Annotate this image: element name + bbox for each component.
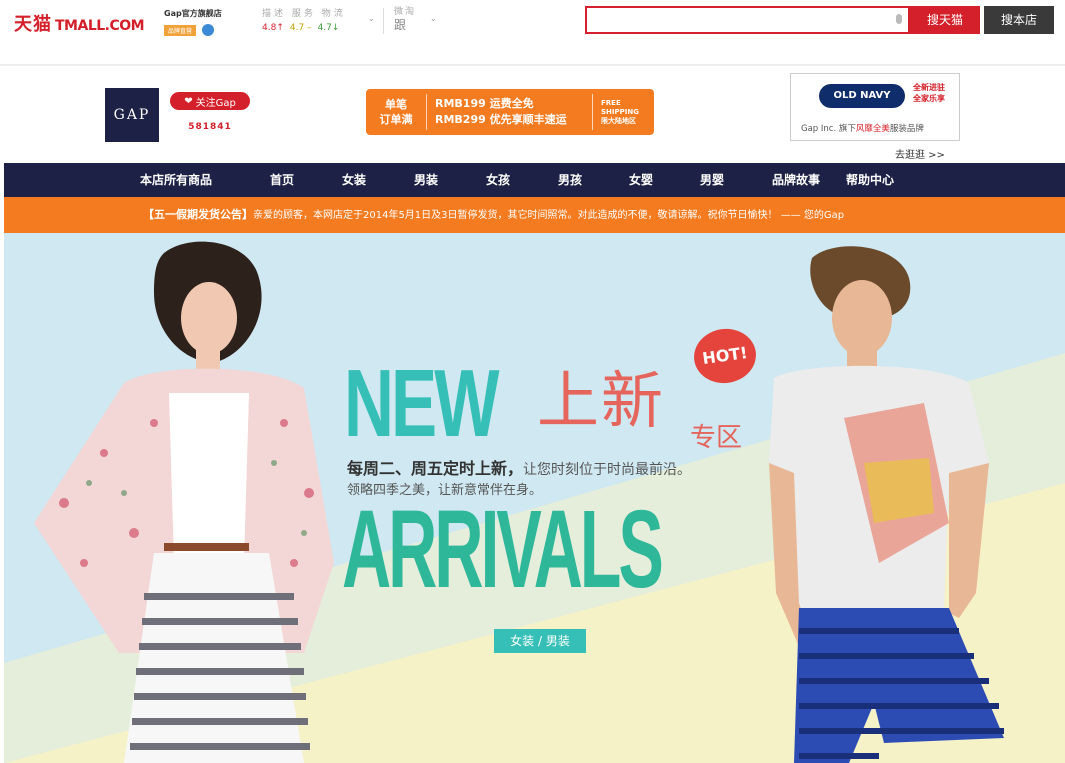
- nav-item-men[interactable]: 男装: [414, 163, 438, 197]
- follower-count: 581841: [188, 122, 232, 132]
- dash-icon: –: [307, 23, 312, 33]
- nav-item-brand-story[interactable]: 品牌故事: [772, 163, 820, 197]
- old-navy-tagline: 全新进驻 全家乐享: [913, 83, 945, 103]
- rating-service: 4.7 –: [289, 23, 312, 33]
- arrow-up-icon: ↑: [276, 23, 284, 33]
- headline-arrivals: ARRIVALS: [342, 488, 664, 611]
- male-model-image: [769, 246, 1004, 763]
- top-bar: 天猫 TMALL.COM Gap官方旗舰店 品牌直营 描述 服务 物流 4.8↑…: [0, 0, 1065, 66]
- search-shop-button[interactable]: 搜本店: [984, 6, 1054, 34]
- gap-logo[interactable]: GAP: [105, 88, 159, 142]
- notice-text: 亲爱的顾客，本网店定于2014年5月1日及3日暂停发货，其它时间照常。对此造成的…: [253, 210, 845, 221]
- tmall-logo-en: TMALL.COM: [55, 18, 145, 34]
- shop-name: Gap官方旗舰店: [164, 9, 222, 18]
- chat-icon[interactable]: [202, 24, 215, 36]
- go-shop-link[interactable]: 去逛逛 >>: [895, 146, 945, 161]
- rating-description: 4.8↑: [262, 23, 284, 33]
- banner-subtitle-1: 每周二、周五定时上新，让您时刻位于时尚最前沿。: [347, 459, 692, 478]
- headline-zone: 专区: [690, 423, 743, 453]
- category-tag-women-men[interactable]: 女装 / 男装: [494, 629, 586, 653]
- weitao-follow-icon: 跟: [394, 18, 409, 32]
- chevron-down-icon[interactable]: ⌄: [430, 14, 437, 23]
- nav-item-baby-boy[interactable]: 男婴: [700, 163, 724, 197]
- tmall-logo-cn: 天猫: [14, 14, 52, 35]
- heart-icon: ❤: [184, 95, 193, 107]
- promo-free-shipping: FREE SHIPPING 限大陆地区: [601, 98, 639, 125]
- promo-offers: RMB199 运费全免 RMB299 优先享顺丰速运: [435, 97, 567, 126]
- new-arrivals-banner[interactable]: NEW 上新 专区 HOT! 每周二、周五定时上新，让您时刻位于时尚最前沿。 领…: [4, 233, 1065, 763]
- microphone-icon[interactable]: [896, 14, 902, 24]
- nav-item-boys[interactable]: 男孩: [558, 163, 582, 197]
- nav-item-home[interactable]: 首页: [270, 163, 294, 197]
- follow-button[interactable]: ❤ 关注Gap: [170, 92, 250, 110]
- tmall-logo[interactable]: 天猫 TMALL.COM: [14, 10, 145, 35]
- ratings-labels: 描述 服务 物流: [262, 9, 346, 19]
- headline-new-cn: 上新: [537, 364, 666, 437]
- old-navy-description: Gap Inc. 旗下风靡全美服装品牌: [801, 124, 924, 134]
- nav-item-all-products[interactable]: 本店所有商品: [140, 163, 212, 197]
- holiday-notice: 【五一假期发货公告】亲爱的顾客，本网店定于2014年5月1日及3日暂停发货，其它…: [4, 197, 1065, 233]
- search-box: [585, 6, 910, 34]
- headline-new: NEW: [344, 350, 499, 457]
- shop-ratings: 描述 服务 物流 4.8↑ 4.7 – 4.7↓: [262, 6, 346, 33]
- follow-label: 关注Gap: [195, 97, 236, 109]
- shop-badge: 品牌直营: [164, 24, 197, 36]
- shipping-promo-banner[interactable]: 单笔 订单满 RMB199 运费全免 RMB299 优先享顺丰速运 FREE S…: [366, 89, 654, 135]
- weitao[interactable]: 微淘 跟: [394, 6, 416, 32]
- search-tmall-button[interactable]: 搜天猫: [910, 6, 980, 34]
- rating-logistics: 4.7↓: [317, 23, 340, 33]
- nav-item-women[interactable]: 女装: [342, 163, 366, 197]
- nav-item-help-center[interactable]: 帮助中心: [846, 163, 894, 197]
- nav-item-baby-girl[interactable]: 女婴: [629, 163, 653, 197]
- old-navy-logo: OLD NAVY: [819, 84, 905, 108]
- nav-item-girls[interactable]: 女孩: [486, 163, 510, 197]
- shop-info[interactable]: Gap官方旗舰店 品牌直营: [164, 8, 254, 36]
- notice-title: 【五一假期发货公告】: [143, 208, 253, 221]
- old-navy-ad[interactable]: OLD NAVY 全新进驻 全家乐享 Gap Inc. 旗下风靡全美服装品牌: [790, 73, 960, 141]
- search-input[interactable]: [587, 8, 887, 32]
- chevron-down-icon[interactable]: ⌄: [368, 14, 375, 23]
- shop-nav: 本店所有商品 首页 女装 男装 女孩 男孩 女婴 男婴 品牌故事 帮助中心: [4, 163, 1065, 197]
- divider: [383, 8, 384, 34]
- arrow-down-icon: ↓: [331, 23, 340, 33]
- promo-condition: 单笔 订单满: [379, 98, 413, 126]
